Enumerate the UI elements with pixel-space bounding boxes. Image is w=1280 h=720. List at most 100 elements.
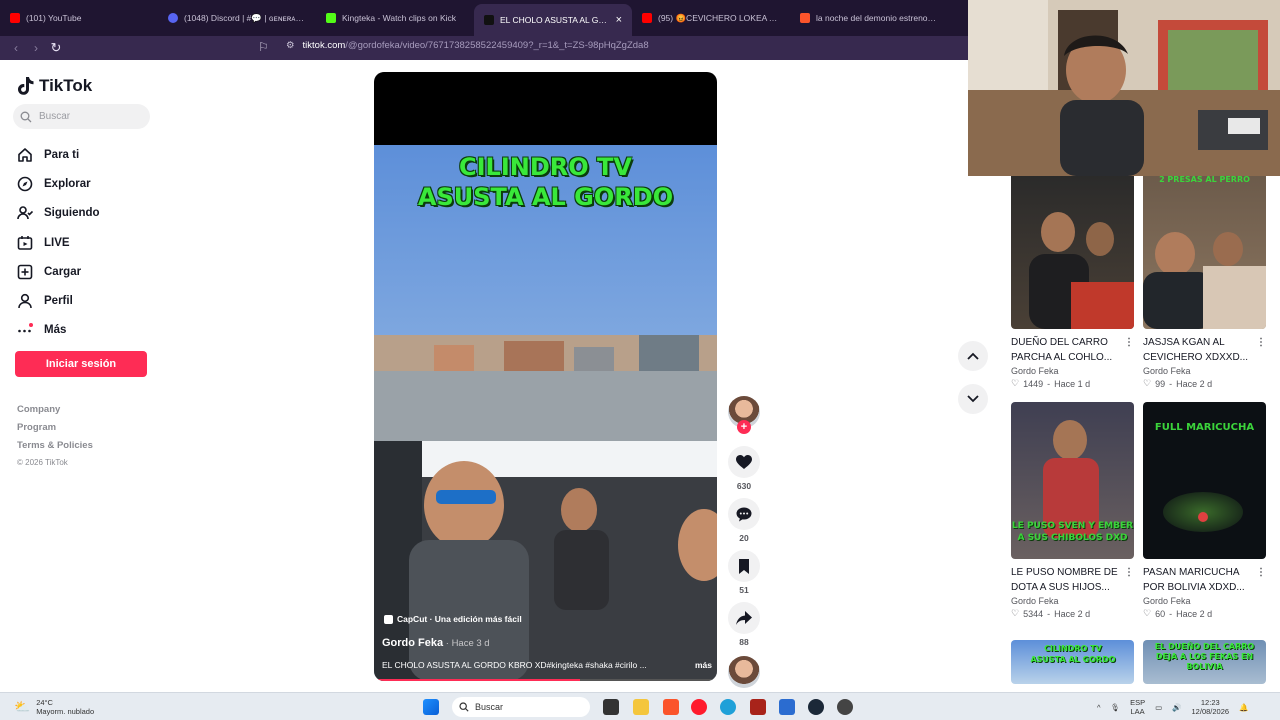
nav-para-ti[interactable]: Para ti (16, 140, 100, 169)
video-thumbnail[interactable]: 2 PRESAS AL PERRO (1143, 172, 1266, 329)
volume-icon[interactable]: 🔊 (1172, 703, 1181, 712)
video-card[interactable]: CILINDRO TV ASUSTA AL GORDO (1011, 640, 1134, 684)
file-explorer-icon[interactable] (633, 699, 649, 715)
profile-icon (16, 292, 34, 310)
creator-avatar[interactable]: + (728, 396, 760, 434)
video-thumbnail[interactable]: FULL MARICUCHA (1143, 402, 1266, 559)
taskbar-search[interactable]: Buscar (452, 697, 590, 717)
cloud-sun-icon: ⛅ (14, 699, 31, 714)
site-info-icon[interactable]: ⚙ (286, 40, 295, 51)
comment-action[interactable]: 20 (726, 498, 762, 550)
edge-icon[interactable] (720, 699, 736, 715)
video-card-title[interactable]: LE PUSO NOMBRE DE DOTA A SUS HIJOS... ⋮ (1011, 565, 1134, 595)
like-action[interactable]: 630 (726, 446, 762, 498)
video-thumbnail[interactable] (1011, 172, 1134, 329)
video-author[interactable]: Gordo Feka · Hace 3 d (382, 637, 490, 649)
more-options-icon[interactable]: ⋮ (1256, 565, 1266, 580)
weather-widget[interactable]: ⛅ 24°C Mayorm. nublado (14, 698, 94, 716)
main-nav: Para ti Explorar Siguiendo LIVE Cargar P… (16, 140, 100, 345)
chevron-down-icon (967, 395, 979, 403)
url-field[interactable]: ⚙ tiktok.com/@gordofeka/video/7671738258… (286, 40, 649, 51)
nav-mas[interactable]: Más (16, 316, 100, 345)
save-action[interactable]: 51 (726, 550, 762, 602)
share-icon[interactable] (728, 602, 760, 634)
comment-icon[interactable] (728, 498, 760, 530)
nav-cargar[interactable]: Cargar (16, 257, 100, 286)
video-card-title[interactable]: DUEÑO DEL CARRO PARCHA AL COHLO... ⋮ (1011, 335, 1134, 365)
nav-live[interactable]: LIVE (16, 228, 100, 257)
tab-title: Kingteka - Watch clips on Kick (342, 13, 457, 23)
steam-icon[interactable] (808, 699, 824, 715)
login-button[interactable]: Iniciar sesión (15, 351, 147, 377)
video-card-author[interactable]: Gordo Feka (1011, 366, 1134, 376)
video-card-title[interactable]: JASJSA KGAN AL CEVICHERO XDXXD... ⋮ (1143, 335, 1266, 365)
forward-icon[interactable]: › (26, 41, 46, 55)
back-icon[interactable]: ‹ (6, 41, 26, 55)
music-avatar[interactable] (728, 656, 760, 688)
video-card[interactable]: DUEÑO DEL CARRO PARCHA AL COHLO... ⋮ Gord… (1011, 172, 1134, 389)
tab-discord[interactable]: (1048) Discord | #💬 | ɢᴇɴᴇʀᴀʟ | ESU (158, 0, 316, 36)
more-button[interactable]: más (695, 660, 712, 670)
video-progress-bar[interactable] (374, 679, 717, 681)
bookmark-icon[interactable] (728, 550, 760, 582)
video-card-author[interactable]: Gordo Feka (1143, 366, 1266, 376)
video-card[interactable]: 2 PRESAS AL PERRO JASJSA KGAN AL CEVICHE… (1143, 172, 1266, 389)
os-taskbar: ⛅ 24°C Mayorm. nublado Buscar ^ 🎙 ESP LA… (0, 692, 1280, 720)
heart-icon[interactable] (728, 446, 760, 478)
video-thumbnail[interactable]: LE PUSO SVEN Y EMBER A SUS CHIBOLOS DXD (1011, 402, 1134, 559)
video-card[interactable]: FULL MARICUCHA PASAN MARICUCHA POR BOLIV… (1143, 402, 1266, 619)
capcut-badge[interactable]: CapCut · Una edición más fácil (384, 614, 522, 624)
nav-siguiendo[interactable]: Siguiendo (16, 199, 100, 228)
tab-kick[interactable]: Kingteka - Watch clips on Kick (316, 0, 474, 36)
video-overlay-text: CILINDRO TV ASUSTA AL GORDO (374, 152, 717, 212)
video-card[interactable]: LE PUSO SVEN Y EMBER A SUS CHIBOLOS DXD … (1011, 402, 1134, 619)
more-options-icon[interactable]: ⋮ (1256, 335, 1266, 350)
video-frame (374, 145, 717, 681)
tiktok-logo[interactable]: TikTok (17, 76, 92, 96)
close-tab-icon[interactable]: × (616, 14, 622, 26)
video-card[interactable]: EL DUEÑO DEL CARRO DEJA A LOS FEKAS EN B… (1143, 640, 1266, 684)
task-view-icon[interactable] (603, 699, 619, 715)
search-input[interactable]: Buscar (13, 104, 150, 129)
windows-start-icon[interactable] (423, 699, 439, 715)
reload-icon[interactable]: ↻ (46, 40, 66, 56)
discord-icon[interactable] (837, 699, 853, 715)
video-card-author[interactable]: Gordo Feka (1143, 596, 1266, 606)
footer-link-terms[interactable]: Terms & Policies (17, 440, 93, 458)
store-icon[interactable] (779, 699, 795, 715)
tab-brave[interactable]: la noche del demonio estreno - Bra (790, 0, 948, 36)
footer-link-company[interactable]: Company (17, 404, 93, 422)
chevron-up-icon[interactable]: ^ (1097, 703, 1101, 712)
network-icon[interactable]: ▭ (1155, 703, 1162, 712)
tab-youtube[interactable]: (101) YouTube (0, 0, 158, 36)
nav-perfil[interactable]: Perfil (16, 286, 100, 315)
heart-outline-icon: ♡ (1143, 608, 1152, 618)
video-player[interactable]: CILINDRO TV ASUSTA AL GORDO CapCut · Una… (374, 72, 717, 681)
system-tray: ^ 🎙 ESP LAA ▭ 🔊 12:23 12/08/2026 🔔 (1097, 698, 1248, 716)
video-card-title[interactable]: PASAN MARICUCHA POR BOLIVIA XDXD... ⋮ (1143, 565, 1266, 595)
notifications-icon[interactable]: 🔔 (1239, 703, 1248, 712)
brave-icon[interactable] (663, 699, 679, 715)
card-title-text: JASJSA KGAN AL CEVICHERO XDXXD... (1143, 337, 1249, 363)
nav-explorar[interactable]: Explorar (16, 169, 100, 198)
follow-plus-icon[interactable]: + (737, 420, 751, 434)
thumbnail-overlay-text: EL DUEÑO DEL CARRO DEJA A LOS FEKAS EN B… (1154, 642, 1255, 671)
share-action[interactable]: 88 (726, 602, 762, 654)
video-card-author[interactable]: Gordo Feka (1011, 596, 1134, 606)
tab-tiktok-active[interactable]: EL CHOLO ASUSTA AL GORDO × (474, 4, 632, 36)
clock[interactable]: 12:23 12/08/2026 (1192, 698, 1230, 716)
opera-icon[interactable] (691, 699, 707, 715)
previous-video-button[interactable] (958, 341, 988, 371)
tab-youtube-2[interactable]: (95) 😡CEVICHERO LOKEA A SHAKA (632, 0, 790, 36)
nav-label: Para ti (44, 148, 80, 161)
more-options-icon[interactable]: ⋮ (1124, 565, 1134, 580)
bookmark-icon[interactable]: ⚐ (258, 40, 269, 54)
language-indicator[interactable]: ESP LAA (1130, 698, 1145, 716)
footer-link-program[interactable]: Program (17, 422, 93, 440)
dota-icon[interactable] (750, 699, 766, 715)
video-thumbnail[interactable]: CILINDRO TV ASUSTA AL GORDO (1011, 640, 1134, 684)
more-options-icon[interactable]: ⋮ (1124, 335, 1134, 350)
next-video-button[interactable] (958, 384, 988, 414)
video-thumbnail[interactable]: EL DUEÑO DEL CARRO DEJA A LOS FEKAS EN B… (1143, 640, 1266, 684)
microphone-icon[interactable]: 🎙 (1111, 703, 1121, 712)
